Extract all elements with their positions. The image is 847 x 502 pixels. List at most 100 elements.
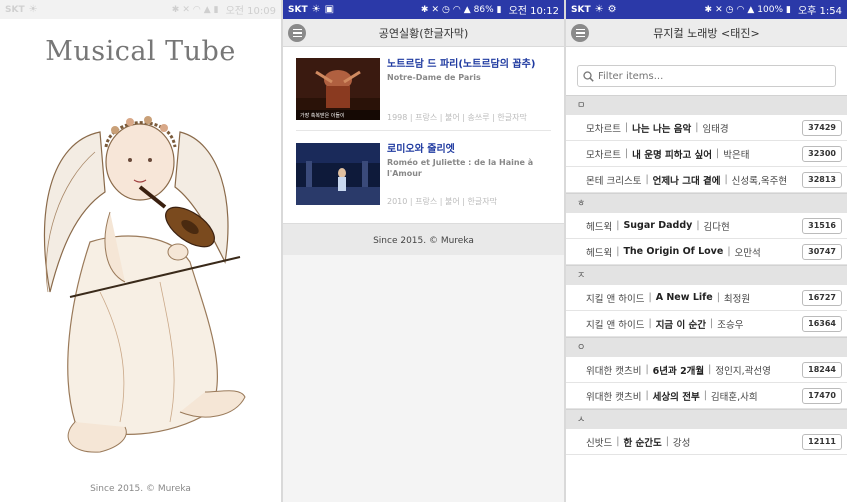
performance-info: 노트르담 드 파리(노트르담의 꼽추) Notre-Dame de Paris … [387, 58, 535, 130]
signal-icon: ▲ [203, 4, 211, 15]
status-time: 오후 1:54 [797, 6, 842, 17]
song-title: 세상의 전부 [652, 391, 700, 403]
song-title: 6년과 2개월 [652, 365, 705, 377]
separator: | [727, 246, 731, 257]
splash-footer: Since 2015. © Mureka [90, 484, 191, 494]
singer-name: 김다현 [703, 221, 730, 233]
song-row[interactable]: 헤드윅 | The Origin Of Love | 오만석 30747 [566, 239, 847, 265]
separator: | [716, 148, 720, 159]
wifi-icon: ◠ [736, 4, 745, 15]
performance-meta: 2010 | 프랑스 | 불어 | 한글자막 [387, 197, 497, 206]
singer-name: 최정원 [723, 293, 751, 305]
musical-name: 헤드윅 [586, 221, 613, 233]
karaoke-screen: SKT ☀ ⚙ ✱ ✕ ◷ ◠ ▲ 100% ▮ 오후 1:54 뮤지컬 노래방… [566, 0, 847, 502]
battery-icon: ▮ [786, 4, 791, 15]
separator: | [616, 436, 620, 447]
carrier-label: SKT [5, 4, 25, 15]
separator: | [648, 318, 652, 329]
status-bar: SKT ☀ ⚙ ✱ ✕ ◷ ◠ ▲ 100% ▮ 오후 1:54 [566, 0, 847, 19]
musical-name: 몬테 크리스토 [586, 175, 642, 187]
status-time: 오전 10:12 [508, 6, 559, 17]
notification-icon: ☀ [594, 4, 604, 15]
song-list: ㅁ 모차르트 | 나는 나는 음악 | 임태경 37429 모차르트 | 내 운명 피하고 싶어 |… [566, 95, 847, 455]
hamburger-icon [575, 28, 585, 31]
song-title: The Origin Of Love [623, 246, 724, 257]
status-bar: SKT ☀ ▣ ✱ ✕ ◷ ◠ ▲ 86% ▮ 오전 10:12 [283, 0, 564, 19]
song-row[interactable]: 위대한 캣츠비 | 6년과 2개월 | 정인지,곽선영 18244 [566, 357, 847, 383]
song-number-badge: 31516 [802, 218, 842, 234]
status-bar: SKT ☀ ✱ ✕ ◠ ▲ ▮ 오전 10:09 [0, 0, 281, 19]
song-row[interactable]: 몬테 크리스토 | 언제나 그대 곁에 | 신성록,옥주현 32813 [566, 167, 847, 193]
separator: | [624, 122, 629, 133]
bluetooth-icon: ✱ [704, 4, 713, 15]
song-row[interactable]: 신밧드 | 한 순간도 | 강성 12111 [566, 429, 847, 455]
singer-name: 신성록,옥주현 [731, 175, 788, 187]
musical-name: 신밧드 [586, 437, 613, 449]
search-icon [583, 70, 594, 82]
separator: | [665, 436, 669, 447]
menu-button[interactable] [571, 24, 589, 42]
singer-name: 박은태 [723, 149, 750, 161]
section-header: ㅁ [566, 95, 847, 115]
alarm-icon: ◷ [441, 4, 450, 15]
mute-icon: ✕ [182, 4, 190, 15]
mute-icon: ✕ [431, 4, 439, 15]
bluetooth-icon: ✱ [420, 4, 429, 15]
thumbnail-caption: 가장 축복받은 이들이 [300, 113, 345, 119]
song-number-badge: 16364 [802, 316, 842, 332]
separator: | [616, 220, 620, 231]
section-header: ㅅ [566, 409, 847, 429]
separator: | [645, 390, 649, 401]
section-header: ㅈ [566, 265, 847, 285]
battery-icon: ▮ [213, 4, 219, 15]
list-item[interactable]: 가장 축복받은 이들이 노트르담 드 파리(노트르담의 꼽추) Notre-Da… [296, 58, 551, 130]
page-title: 공연실황(한글자막) [378, 26, 469, 40]
performance-thumbnail[interactable] [296, 143, 380, 205]
song-row[interactable]: 지킬 앤 하이드 | 지금 이 순간 | 조승우 16364 [566, 311, 847, 337]
section-header: ㅇ [566, 337, 847, 357]
search-bar [566, 47, 847, 95]
performance-info: 로미오와 줄리엣 Roméo et Juliette : de la Haine… [387, 143, 551, 214]
angel-violin-illustration [43, 116, 246, 453]
wifi-icon: ◠ [452, 4, 461, 15]
menu-button[interactable] [288, 24, 306, 42]
separator: | [710, 318, 714, 329]
splash-screen: SKT ☀ ✱ ✕ ◠ ▲ ▮ 오전 10:09 Musical Tube Si… [0, 0, 281, 502]
singer-name: 강성 [672, 437, 691, 449]
performance-title[interactable]: 노트르담 드 파리(노트르담의 꼽추) [387, 58, 535, 71]
song-row[interactable]: 지킬 앤 하이드 | A New Life | 최정원 16727 [566, 285, 847, 311]
song-number-badge: 12111 [802, 434, 842, 450]
singer-name: 임태경 [702, 123, 729, 135]
performance-title[interactable]: 로미오와 줄리엣 [387, 143, 551, 156]
song-title: 언제나 그대 곁에 [652, 175, 721, 187]
signal-icon: ▲ [747, 4, 755, 15]
musical-name: 모차르트 [586, 149, 621, 161]
list-item[interactable]: 로미오와 줄리엣 Roméo et Juliette : de la Haine… [296, 130, 551, 214]
song-row[interactable]: 모차르트 | 나는 나는 음악 | 임태경 37429 [566, 115, 847, 141]
app-title: Musical Tube [45, 36, 236, 67]
battery-percent: 100% [757, 4, 783, 15]
song-title: 한 순간도 [623, 437, 662, 449]
song-row[interactable]: 모차르트 | 내 운명 피하고 싶어 | 박은태 32300 [566, 141, 847, 167]
musical-name: 위대한 캣츠비 [586, 365, 642, 377]
song-number-badge: 17470 [802, 388, 842, 404]
separator: | [624, 148, 629, 159]
notification-icon: ☀ [311, 4, 321, 15]
signal-icon: ▲ [463, 4, 471, 15]
song-number-badge: 16727 [802, 290, 842, 306]
singer-name: 김태훈,사희 [710, 391, 758, 403]
notification-icon: ☀ [28, 4, 38, 15]
separator: | [716, 292, 720, 303]
search-input[interactable] [598, 70, 818, 82]
status-icons: ✱ ✕ ◠ ▲ ▮ 오전 10:09 [172, 2, 276, 18]
mute-icon: ✕ [715, 4, 723, 15]
song-row[interactable]: 위대한 캣츠비 | 세상의 전부 | 김태훈,사희 17470 [566, 383, 847, 409]
song-title: A New Life [655, 292, 713, 303]
performance-subtitle: Roméo et Juliette : de la Haine à l'Amou… [387, 158, 534, 178]
song-number-badge: 30747 [802, 244, 842, 260]
performance-meta: 1998 | 프랑스 | 불어 | 송쓰루 | 한글자막 [387, 113, 527, 122]
search-box[interactable] [577, 65, 836, 87]
performance-thumbnail[interactable]: 가장 축복받은 이들이 [296, 58, 380, 120]
song-row[interactable]: 헤드윅 | Sugar Daddy | 김다현 31516 [566, 213, 847, 239]
performance-subtitle: Notre-Dame de Paris [387, 73, 481, 82]
